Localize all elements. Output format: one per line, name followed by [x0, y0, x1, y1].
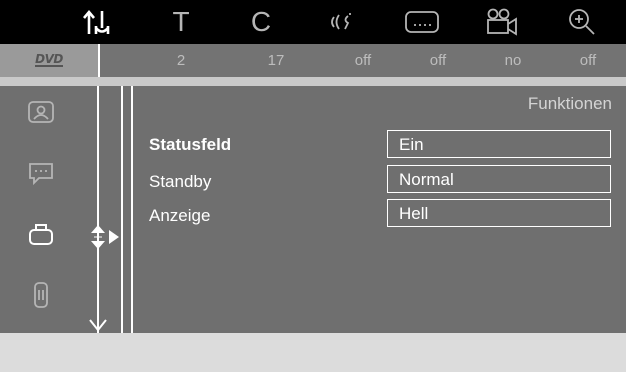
- status-subtitle: off: [429, 52, 447, 69]
- dvd-logo-badge: DVD: [0, 44, 98, 77]
- status-title-number: 2: [176, 52, 186, 69]
- zoom-icon[interactable]: [557, 6, 607, 38]
- chapter-icon[interactable]: C: [236, 6, 286, 38]
- title-icon[interactable]: T: [156, 6, 206, 38]
- status-divider: [98, 44, 100, 77]
- status-chapter-number: 17: [267, 52, 285, 69]
- row-label-standby[interactable]: Standby: [149, 172, 211, 192]
- features-icon[interactable]: [27, 220, 55, 248]
- navigation-arrows-icon[interactable]: [88, 222, 122, 252]
- separator-band: [0, 77, 626, 86]
- row-label-statusfeld[interactable]: Statusfeld: [149, 135, 231, 155]
- value-box-standby[interactable]: Normal: [387, 165, 611, 193]
- remote-icon[interactable]: [27, 281, 55, 309]
- audio-icon[interactable]: [317, 6, 367, 38]
- top-menu-bar: T C: [0, 0, 626, 44]
- status-angle: no: [504, 52, 522, 69]
- dvd-logo-text: DVD: [35, 52, 63, 67]
- column-divider-left: [121, 86, 123, 333]
- bottom-band: [0, 333, 626, 372]
- row-label-anzeige[interactable]: Anzeige: [149, 206, 210, 226]
- settings-tools-icon[interactable]: [73, 6, 123, 38]
- status-zoom: off: [579, 52, 597, 69]
- nav-scroll-track: [97, 86, 99, 333]
- column-divider-right: [131, 86, 133, 333]
- value-box-anzeige[interactable]: Hell: [387, 199, 611, 227]
- value-box-statusfeld[interactable]: Ein: [387, 130, 611, 158]
- picture-icon[interactable]: [27, 98, 55, 126]
- panel-title: Funktionen: [527, 94, 612, 113]
- status-audio: off: [354, 52, 372, 69]
- camera-angle-icon[interactable]: [477, 6, 527, 38]
- scroll-down-arrow-icon[interactable]: [87, 318, 109, 334]
- subtitle-icon[interactable]: [397, 6, 447, 38]
- sound-icon[interactable]: [27, 160, 55, 188]
